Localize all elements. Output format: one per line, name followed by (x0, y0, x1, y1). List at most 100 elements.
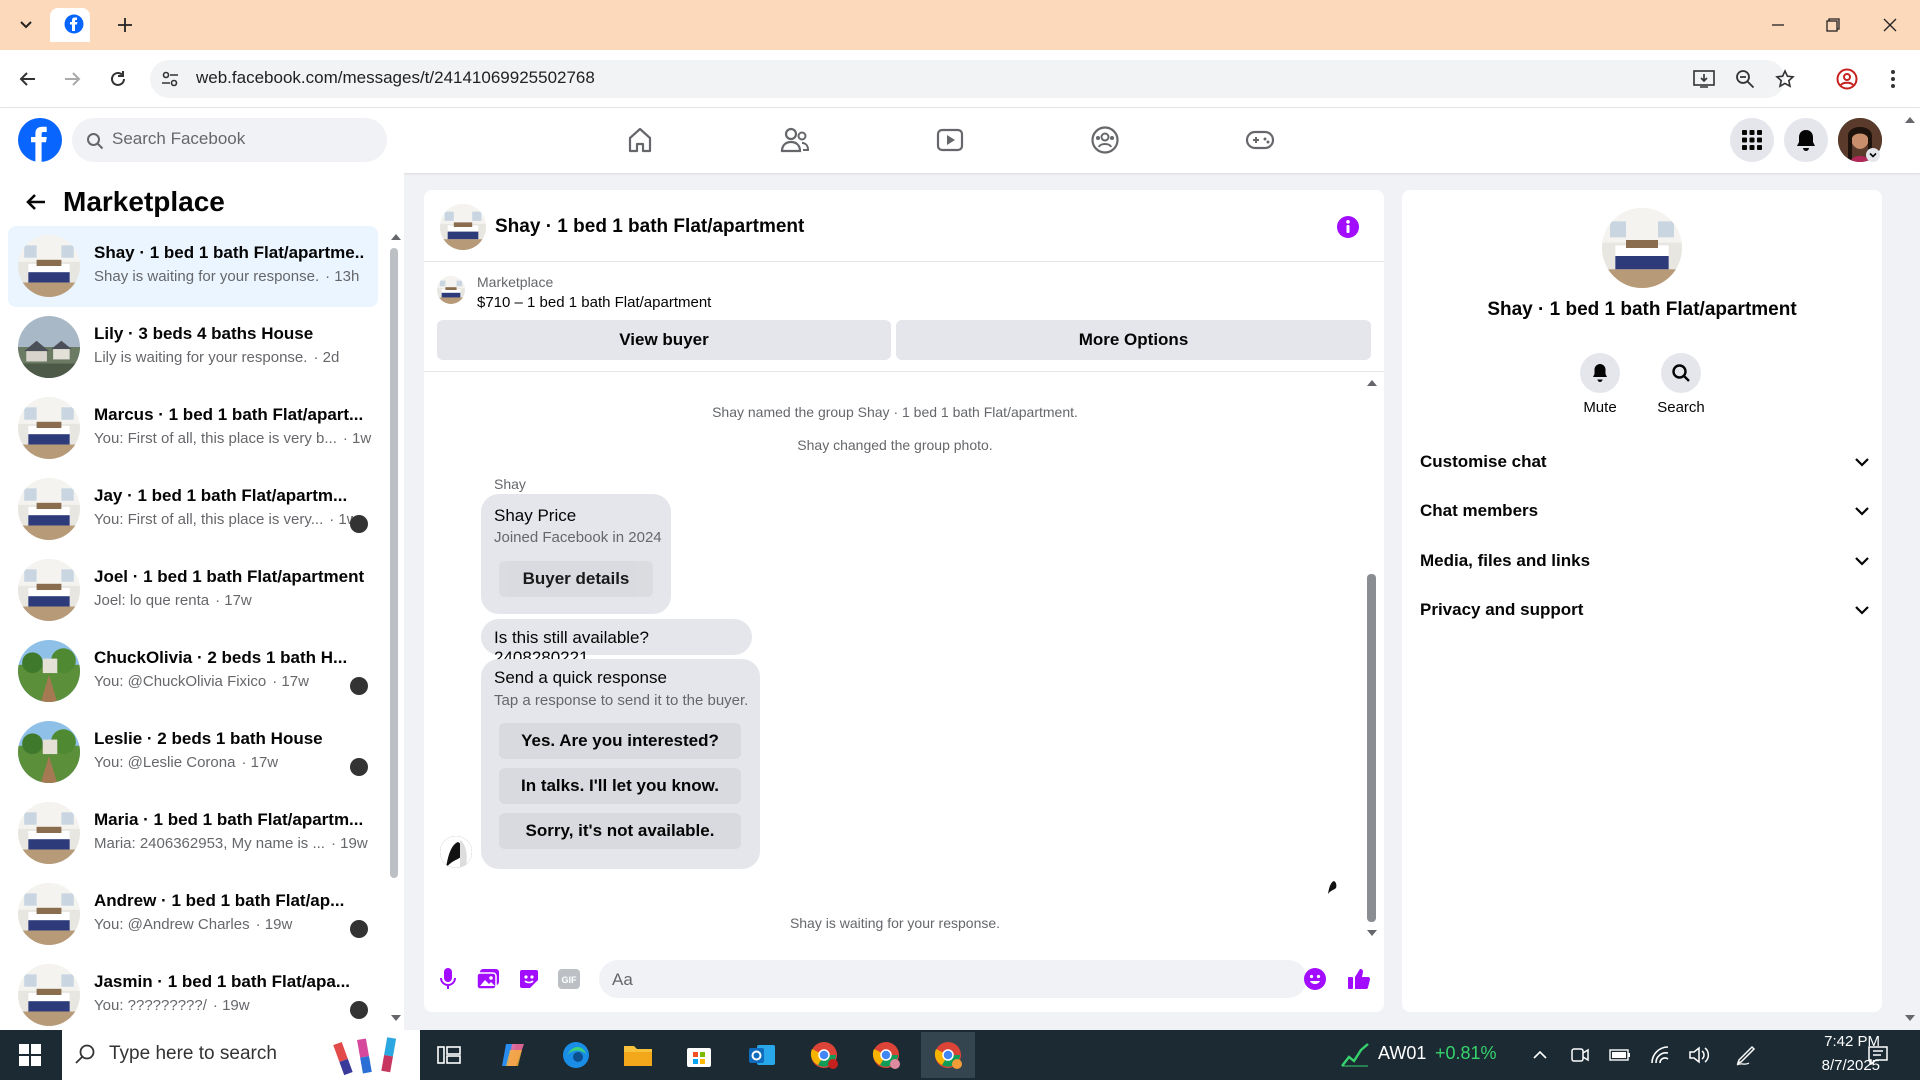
preview-text: You: @Leslie Corona (94, 754, 236, 771)
minimize-window-icon[interactable] (1768, 15, 1788, 35)
quick-response-sorry-button[interactable]: Sorry, it's not available. (499, 813, 741, 849)
gaming-icon[interactable] (1242, 122, 1278, 158)
chrome-profile-k-icon[interactable] (807, 1038, 841, 1072)
chat-list-item[interactable]: Andrew · 1 bed 1 bath Flat/ap... You: @An… (8, 874, 378, 955)
bookmark-star-icon[interactable] (1773, 67, 1797, 91)
page-scroll-up-icon[interactable] (1903, 115, 1917, 125)
install-app-icon[interactable] (1692, 67, 1716, 91)
chat-list-item[interactable]: Marcus · 1 bed 1 bath Flat/apart... You: … (8, 388, 378, 469)
clock-time[interactable]: 7:42 PM (1760, 1033, 1880, 1050)
copilot-app-icon[interactable] (496, 1038, 530, 1072)
zoom-icon[interactable] (1733, 67, 1757, 91)
quick-response-talks-button[interactable]: In talks. I'll let you know. (499, 768, 741, 804)
chat-list-item[interactable]: Maria · 1 bed 1 bath Flat/apartm... Maria… (8, 793, 378, 874)
close-window-icon[interactable] (1880, 15, 1900, 35)
chat-scrollbar[interactable] (1367, 574, 1376, 922)
notifications-bell-icon[interactable] (1784, 118, 1828, 162)
file-explorer-icon[interactable] (621, 1038, 655, 1072)
privacy-support-section[interactable]: Privacy and support (1420, 595, 1870, 625)
listing-price[interactable]: $710 – 1 bed 1 bath Flat/apartment (477, 294, 711, 311)
quick-response-yes-button[interactable]: Yes. Are you interested? (499, 723, 741, 759)
meet-now-icon[interactable] (1568, 1043, 1592, 1067)
chat-header-thumbnail[interactable] (440, 204, 486, 250)
chat-list-item[interactable]: ChuckOlivia · 2 beds 1 bath H... You: @Ch… (8, 631, 378, 712)
view-buyer-button[interactable]: View buyer (437, 320, 891, 360)
back-arrow-icon[interactable] (24, 190, 48, 214)
chat-list-item[interactable]: Shay · 1 bed 1 bath Flat/apartme... Shay … (8, 226, 378, 307)
volume-icon[interactable] (1687, 1043, 1711, 1067)
microphone-icon[interactable] (435, 966, 461, 992)
page-scroll-down-icon[interactable] (1903, 1013, 1917, 1023)
chat-list-item[interactable]: Jasmin · 1 bed 1 bath Flat/apa... You: ??… (8, 955, 378, 1036)
task-view-icon[interactable] (432, 1038, 466, 1072)
edge-browser-icon[interactable] (559, 1038, 593, 1072)
chat-list-item[interactable]: Jay · 1 bed 1 bath Flat/apartm... You: Fi… (8, 469, 378, 550)
friends-icon[interactable] (777, 122, 813, 158)
show-hidden-icons-chevron-icon[interactable] (1528, 1043, 1552, 1067)
buyer-name: Shay Price (494, 506, 577, 525)
mute-button[interactable] (1580, 353, 1620, 393)
battery-icon[interactable] (1608, 1043, 1632, 1067)
forward-icon[interactable] (60, 67, 84, 91)
url-text[interactable]: web.facebook.com/messages/t/241410699255… (196, 68, 595, 88)
facebook-logo-icon[interactable] (18, 118, 62, 162)
groups-icon[interactable] (1087, 122, 1123, 158)
stock-ticker[interactable]: AW01 (1378, 1043, 1426, 1064)
media-files-links-section[interactable]: Media, files and links (1420, 546, 1870, 576)
chat-preview: You: @ChuckOlivia Fixico · 17w (94, 673, 354, 690)
notification-center-icon[interactable] (1866, 1043, 1890, 1067)
message-bubble[interactable]: Is this still available? 2408280221 (481, 619, 752, 667)
chat-preview: You: First of all, this place is very...… (94, 511, 358, 528)
sidebar-scroll-down-icon[interactable] (389, 1013, 403, 1023)
chat-scroll-up-icon[interactable] (1365, 378, 1379, 388)
chat-info-photo[interactable] (1602, 208, 1682, 288)
reload-icon[interactable] (106, 67, 130, 91)
buyer-details-button[interactable]: Buyer details (499, 561, 653, 597)
account-chevron-icon[interactable] (1866, 148, 1880, 162)
chat-members-section[interactable]: Chat members (1420, 496, 1870, 526)
sender-avatar[interactable] (440, 836, 472, 868)
like-thumb-icon[interactable] (1346, 966, 1372, 992)
message-input[interactable] (599, 960, 1307, 998)
menu-grid-icon[interactable] (1730, 118, 1774, 162)
back-icon[interactable] (16, 67, 40, 91)
photo-attach-icon[interactable] (475, 966, 501, 992)
outlook-icon[interactable] (745, 1038, 779, 1072)
clock-date[interactable]: 8/7/2025 (1760, 1057, 1880, 1074)
pen-menu-icon[interactable] (1734, 1043, 1758, 1067)
tab-search-dropdown-icon[interactable] (14, 13, 38, 37)
listing-thumbnail[interactable] (437, 276, 465, 304)
chat-preview: Maria: 2406362953, My name is ... · 19w (94, 835, 368, 852)
search-conversation-button[interactable] (1661, 353, 1701, 393)
browser-titlebar (0, 0, 1920, 50)
chrome-active-icon[interactable] (931, 1038, 965, 1072)
customise-chat-section[interactable]: Customise chat (1420, 447, 1870, 477)
chat-scroll-down-icon[interactable] (1365, 928, 1379, 938)
gif-icon[interactable]: GIF (556, 966, 582, 992)
chat-list-item[interactable]: Joel · 1 bed 1 bath Flat/apartment Joel: … (8, 550, 378, 631)
chrome-profile-2-icon[interactable] (869, 1038, 903, 1072)
stock-chart-icon[interactable] (1340, 1040, 1370, 1068)
sidebar-scroll-up-icon[interactable] (389, 232, 403, 242)
listing-thumbnail (18, 964, 80, 1026)
emoji-icon[interactable] (1302, 966, 1328, 992)
chrome-profile-icon[interactable] (1835, 67, 1859, 91)
sidebar-scrollbar[interactable] (390, 248, 398, 878)
more-options-button[interactable]: More Options (896, 320, 1371, 360)
chat-list-item[interactable]: Leslie · 2 beds 1 bath House You: @Leslie… (8, 712, 378, 793)
home-icon[interactable] (622, 122, 658, 158)
chat-title[interactable]: Shay · 1 bed 1 bath Flat/apartment (495, 216, 804, 238)
new-tab-icon[interactable] (114, 14, 136, 36)
stock-change[interactable]: +0.81% (1435, 1043, 1497, 1064)
microsoft-store-icon[interactable] (682, 1038, 716, 1072)
preview-text: You: ?????????/ (94, 997, 207, 1014)
browser-menu-icon[interactable] (1881, 67, 1905, 91)
wifi-icon[interactable] (1648, 1043, 1672, 1067)
video-icon[interactable] (932, 122, 968, 158)
chat-list-item[interactable]: Lily · 3 beds 4 baths House Lily is waiti… (8, 307, 378, 388)
windows-start-icon[interactable] (18, 1043, 42, 1067)
info-icon[interactable] (1336, 215, 1360, 239)
restore-window-icon[interactable] (1823, 15, 1843, 35)
site-info-icon[interactable] (160, 69, 180, 89)
sticker-icon[interactable] (516, 966, 542, 992)
